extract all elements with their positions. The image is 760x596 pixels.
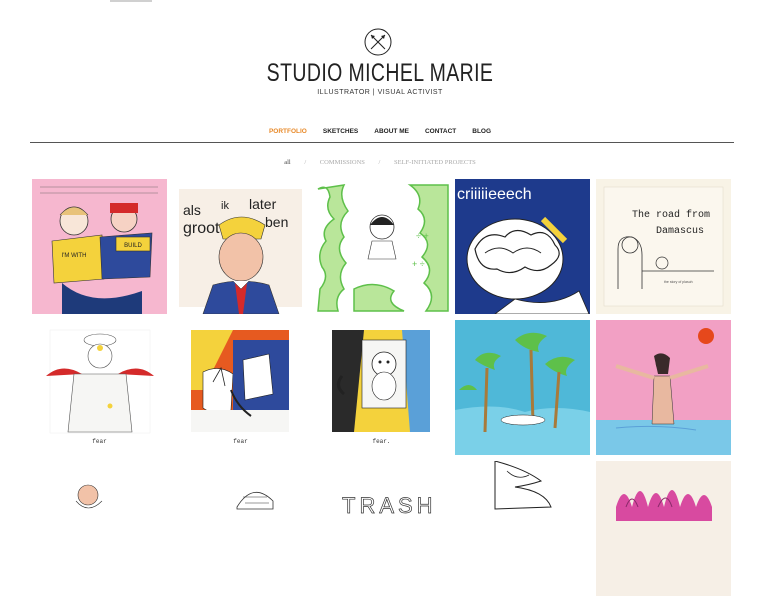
tile-text-im-with: I'M WITH: [62, 253, 87, 259]
nav-contact[interactable]: CONTACT: [425, 128, 456, 135]
illustration-woman-in-water: [596, 320, 731, 455]
portfolio-tile-row3-1[interactable]: [32, 461, 167, 596]
tagline-right: VISUAL ACTIVIST: [377, 89, 443, 96]
tile-word-ben: ben: [265, 214, 288, 230]
tile-text-road-line1: The road from: [632, 209, 710, 221]
portfolio-tile-trash[interactable]: TRASH: [314, 461, 449, 596]
filter-all[interactable]: all: [284, 159, 291, 166]
tile-text-road-small: the story of plasuh: [664, 280, 693, 284]
portfolio-tile-fear-sailor[interactable]: fear: [32, 320, 167, 455]
filter-separator: /: [304, 159, 307, 166]
tagline-left: ILLUSTRATOR: [317, 89, 371, 96]
illustration-fear-sailor: [46, 329, 154, 434]
nav-about-me[interactable]: ABOUT ME: [374, 128, 409, 135]
illustration-green-blobs: ÷ + + ÷: [317, 184, 449, 312]
main-nav: PORTFOLIO SKETCHES ABOUT ME CONTACT BLOG: [0, 128, 760, 135]
illustration-partial-sketch: [494, 461, 552, 510]
tile-word-groot: groot: [183, 220, 220, 237]
svg-text:+ ÷: + ÷: [412, 259, 425, 269]
portfolio-tile-row3-5[interactable]: [596, 461, 731, 596]
illustration-road-from-damascus: The road from Damascus the story of plas…: [603, 186, 724, 307]
filter-self-initiated[interactable]: SELF-INITIATED PROJECTS: [394, 159, 476, 166]
tile-caption: fear: [233, 438, 248, 445]
tile-text-trash: TRASH: [342, 493, 437, 518]
tile-word-later: later: [249, 196, 277, 212]
tile-word-ik: ik: [221, 200, 229, 212]
illustration-fear-car: [191, 330, 289, 432]
illustration-trash-text: TRASH: [342, 493, 437, 519]
tile-text-build: BUILD: [124, 243, 142, 249]
illustration-palm-beach: [455, 320, 590, 455]
illustration-partial-flames: [596, 461, 731, 596]
portfolio-tile-road-from-damascus[interactable]: The road from Damascus the story of plas…: [596, 179, 731, 314]
nav-divider: [30, 142, 734, 143]
portfolio-tile-palm-beach[interactable]: [455, 320, 590, 455]
svg-text:÷ +: ÷ +: [416, 231, 429, 241]
illustration-protest-couple: BUILD I'M WITH: [32, 179, 167, 314]
logo-icon[interactable]: [364, 28, 392, 56]
top-strip: [110, 0, 152, 2]
portfolio-tile-im-with-build[interactable]: BUILD I'M WITH: [32, 179, 167, 314]
nav-portfolio[interactable]: PORTFOLIO: [269, 128, 307, 135]
illustration-screech-head: criiiiieeech: [455, 179, 590, 314]
portfolio-tile-row3-4[interactable]: [455, 461, 590, 596]
tile-text-road-line2: Damascus: [656, 226, 704, 237]
tile-caption: fear.: [372, 438, 391, 445]
portfolio-tile-green-shapes[interactable]: ÷ + + ÷: [314, 179, 449, 314]
nav-blog[interactable]: BLOG: [472, 128, 491, 135]
illustration-partial-figure: [75, 484, 103, 509]
portfolio-tile-fear-dog[interactable]: fear.: [314, 320, 449, 455]
nav-sketches[interactable]: SKETCHES: [323, 128, 358, 135]
portfolio-tile-row3-2[interactable]: [173, 461, 308, 596]
illustration-trump-portrait: als ik later groot ben: [179, 189, 302, 314]
portfolio-filters: all / COMMISSIONS / SELF-INITIATED PROJE…: [0, 159, 760, 166]
filter-separator: /: [378, 159, 381, 166]
portfolio-tile-als-ik-later-groot-ben[interactable]: als ik later groot ben: [173, 179, 308, 314]
portfolio-tile-criiiiieeech[interactable]: criiiiieeech: [455, 179, 590, 314]
tagline-separator: |: [372, 89, 376, 96]
tile-text-criiiiieeech: criiiiieeech: [457, 186, 532, 203]
filter-commissions[interactable]: COMMISSIONS: [320, 159, 365, 166]
tile-caption: fear: [92, 438, 107, 445]
illustration-fear-dog: [332, 330, 430, 432]
tile-word-als: als: [183, 202, 201, 218]
portfolio-tile-woman-in-water[interactable]: [596, 320, 731, 455]
brand-tagline: ILLUSTRATOR | VISUAL ACTIVIST: [0, 89, 760, 96]
brand-name[interactable]: STUDIO MICHEL MARIE: [84, 59, 677, 88]
illustration-partial-head: [236, 492, 274, 510]
portfolio-tile-fear-car[interactable]: fear: [173, 320, 308, 455]
